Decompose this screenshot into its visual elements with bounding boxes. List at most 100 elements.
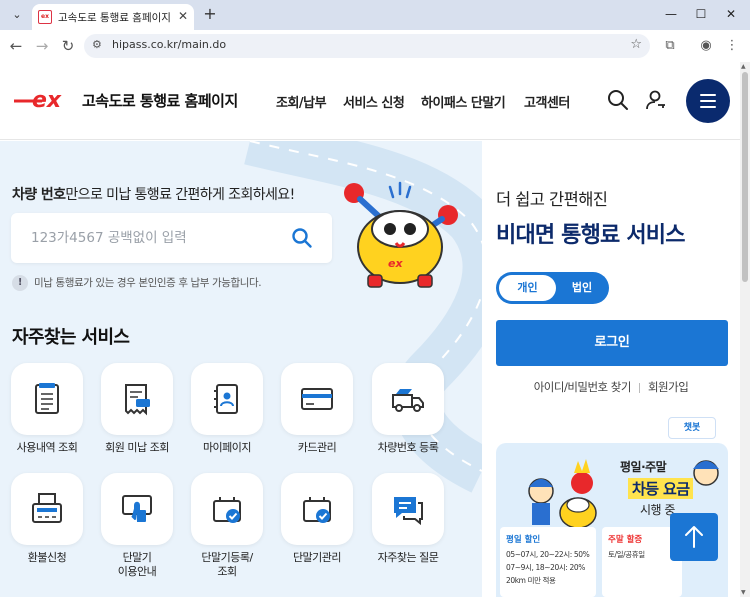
browser-window: ⌄ ex 고속도로 통행료 홈페이지 ✕ + — ☐ ✕ ← → ↻ ⚙ hip… <box>0 0 750 597</box>
plus-icon[interactable]: + <box>200 4 220 24</box>
plate-search-box <box>11 213 332 263</box>
hamburger-menu-button[interactable] <box>686 79 730 123</box>
service-label: 단말기 이용안내 <box>117 551 157 578</box>
login-button[interactable]: 로그인 <box>496 320 728 366</box>
page-scrollbar[interactable]: ▲ ▼ <box>740 62 750 597</box>
service-card[interactable] <box>372 473 444 545</box>
device-manage-icon <box>303 497 331 523</box>
scrollbar-thumb[interactable] <box>742 72 748 282</box>
weekday-line: 07~9시, 18~20시: 20% <box>506 563 585 572</box>
arrow-left-icon[interactable]: ← <box>6 36 26 56</box>
weekend-line: 토/일/공휴일 <box>608 550 645 559</box>
ex-logo[interactable]: ex <box>12 86 76 112</box>
divider <box>638 382 640 393</box>
service-device-register[interactable]: 단말기등록/ 조회 <box>187 473 267 579</box>
kebab-icon[interactable]: ⋮ <box>722 36 742 56</box>
chevron-down-icon[interactable]: ⌄ <box>6 5 28 25</box>
hamburger-line <box>700 106 716 108</box>
nav-service-apply[interactable]: 서비스 신청 <box>343 92 405 111</box>
chatbot-button[interactable]: 챗봇 <box>668 417 716 439</box>
service-vehicle-register[interactable]: 차량번호 등록 <box>368 363 448 455</box>
profile-icon[interactable]: ◉ <box>696 36 716 56</box>
hamburger-line <box>700 100 716 102</box>
chat-bubble-icon <box>394 497 423 526</box>
service-member-unpaid[interactable]: 회원 미납 조회 <box>97 363 177 455</box>
lookup-title-rest: 만으로 미납 통행료 간편하게 조회하세요! <box>65 187 295 203</box>
service-card[interactable] <box>101 473 173 545</box>
toggle-corporate[interactable]: 법인 <box>558 275 606 301</box>
lookup-panel: 차량 번호만으로 미납 통행료 간편하게 조회하세요! ! 미납 통행료가 있는 … <box>0 141 482 597</box>
service-device-manage[interactable]: 단말기관리 <box>277 473 357 565</box>
svg-text:ex: ex <box>388 257 403 270</box>
banner-line2: 차등 요금 <box>628 478 694 499</box>
service-card[interactable] <box>281 473 353 545</box>
service-label: 단말기등록/ 조회 <box>201 551 253 578</box>
service-label: 회원 미납 조회 <box>105 441 169 454</box>
weekday-title: 평일 할인 <box>506 535 541 545</box>
service-label: 자주찾는 질문 <box>377 551 439 564</box>
browser-tab[interactable]: ex 고속도로 통행료 홈페이지 ✕ <box>32 4 194 30</box>
lookup-title-bold: 차량 번호 <box>12 187 66 203</box>
find-id-password-link[interactable]: 아이디/비밀번호 찾기 <box>534 380 632 394</box>
close-icon[interactable]: ✕ <box>178 9 188 23</box>
banner-line1: 평일·주말 <box>620 460 667 474</box>
notice-text: 미납 통행료가 있는 경우 본인인증 후 납부 가능합니다. <box>34 277 262 289</box>
arrow-right-icon[interactable]: → <box>32 36 52 56</box>
service-label: 마이페이지 <box>202 441 252 454</box>
fax-icon <box>32 493 62 523</box>
service-usage-history[interactable]: 사용내역 조회 <box>7 363 87 455</box>
service-label: 차량번호 등록 <box>377 441 439 454</box>
bill-icon <box>125 384 150 416</box>
service-card[interactable] <box>101 363 173 435</box>
puzzle-icon[interactable]: ⧉ <box>660 36 680 56</box>
service-card[interactable] <box>281 363 353 435</box>
weekday-line: 05~07시, 20~22시: 50% <box>506 550 590 559</box>
toggle-personal[interactable]: 개인 <box>499 275 556 301</box>
user-key-icon[interactable] <box>644 88 668 112</box>
tab-strip: ⌄ ex 고속도로 통행료 홈페이지 ✕ + — ☐ ✕ <box>0 0 750 30</box>
join-link[interactable]: 회원가입 <box>648 380 689 394</box>
service-mypage[interactable]: 마이페이지 <box>187 363 267 455</box>
hamburger-line <box>700 94 716 96</box>
star-icon[interactable]: ☆ <box>630 37 642 52</box>
minimize-icon[interactable]: — <box>656 4 686 24</box>
reload-icon[interactable]: ↻ <box>58 36 78 56</box>
browser-toolbar: ← → ↻ ⚙ hipass.co.kr/main.do ☆ ⧉ ◉ ⋮ <box>0 30 750 62</box>
maximize-icon[interactable]: ☐ <box>686 4 716 24</box>
address-bar[interactable]: ⚙ hipass.co.kr/main.do ☆ <box>84 34 650 58</box>
service-label: 카드관리 <box>297 441 337 454</box>
service-refund[interactable]: 환불신청 <box>7 473 87 565</box>
nav-hipass-device[interactable]: 하이패스 단말기 <box>421 92 506 111</box>
svg-text:ex: ex <box>32 88 62 112</box>
nav-inquiry-payment[interactable]: 조회/납부 <box>276 92 327 111</box>
site-title[interactable]: 고속도로 통행료 홈페이지 <box>82 90 238 111</box>
page-content: ex 고속도로 통행료 홈페이지 조회/납부 서비스 신청 하이패스 단말기 고… <box>0 62 740 597</box>
service-card-manage[interactable]: 카드관리 <box>277 363 357 455</box>
search-icon[interactable] <box>606 88 630 112</box>
favorites-title: 자주찾는 서비스 <box>12 327 130 348</box>
tune-icon[interactable]: ⚙ <box>92 38 102 51</box>
exclamation-icon: ! <box>12 275 28 291</box>
service-card[interactable] <box>372 363 444 435</box>
weekday-line: 20km 미만 적용 <box>506 576 556 585</box>
close-window-icon[interactable]: ✕ <box>716 4 746 24</box>
service-faq[interactable]: 자주찾는 질문 <box>368 473 448 565</box>
service-card[interactable] <box>191 363 263 435</box>
weekend-title: 주말 할증 <box>608 535 643 545</box>
credit-card-icon <box>301 388 333 410</box>
tab-title: 고속도로 통행료 홈페이지 <box>58 12 171 24</box>
scroll-top-button[interactable] <box>670 513 718 561</box>
contactless-title: 비대면 통행료 서비스 <box>496 223 685 248</box>
service-device-guide[interactable]: 단말기 이용안내 <box>97 473 177 579</box>
service-card[interactable] <box>11 473 83 545</box>
url-text[interactable]: hipass.co.kr/main.do <box>112 38 226 51</box>
service-card[interactable] <box>191 473 263 545</box>
scroll-up-arrow[interactable]: ▲ <box>741 63 746 70</box>
plate-number-input[interactable] <box>31 228 281 248</box>
service-card[interactable] <box>11 363 83 435</box>
nav-customer-center[interactable]: 고객센터 <box>524 92 570 111</box>
device-check-icon <box>213 497 241 523</box>
search-icon[interactable] <box>291 227 313 249</box>
arrow-up-icon <box>685 526 703 548</box>
scroll-down-arrow[interactable]: ▼ <box>741 589 746 596</box>
